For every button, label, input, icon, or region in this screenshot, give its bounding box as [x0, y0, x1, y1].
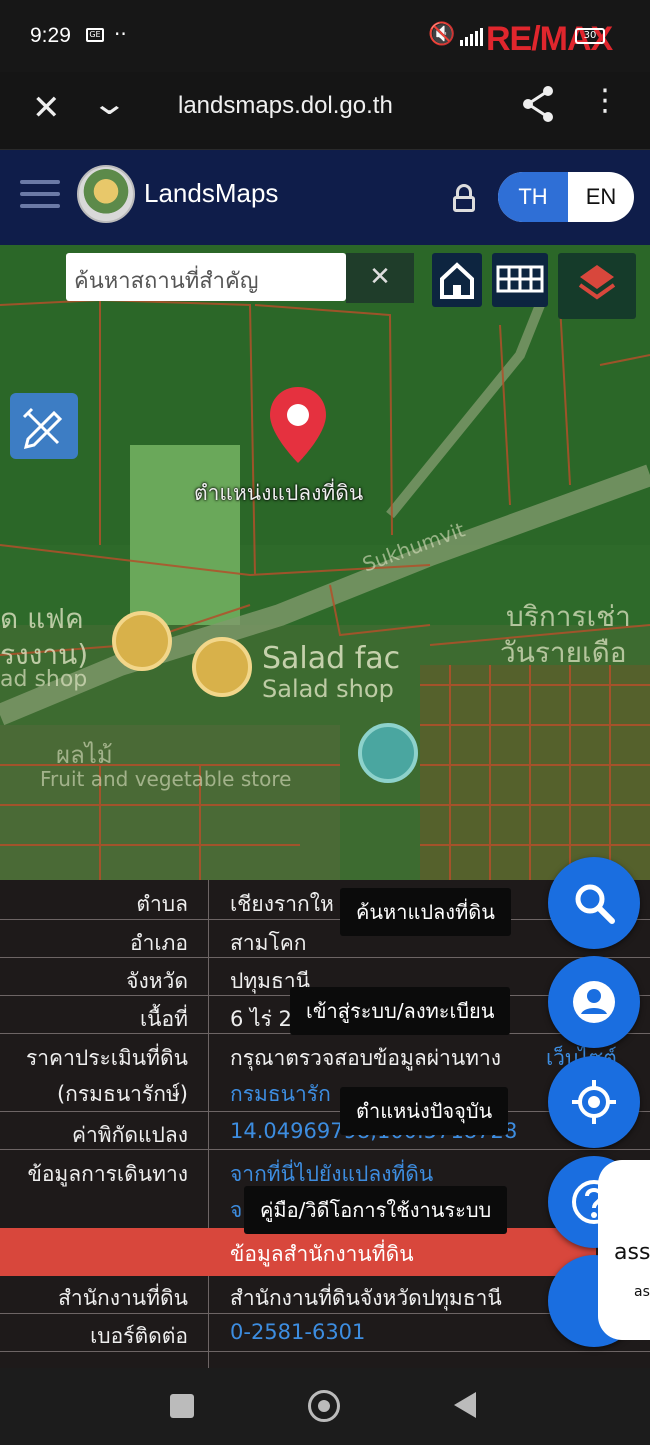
- restaurant-poi-icon[interactable]: [192, 637, 252, 697]
- tooltip-login: เข้าสู่ระบบ/ลงทะเบียน: [290, 987, 511, 1035]
- restaurant-poi-icon[interactable]: [112, 611, 172, 671]
- map-label-service-2: วันรายเดือ: [500, 636, 627, 669]
- grid-button[interactable]: [492, 253, 548, 307]
- recents-icon[interactable]: [170, 1394, 194, 1418]
- app-header: LandsMaps TH EN: [0, 150, 650, 376]
- lang-en-button[interactable]: EN: [568, 172, 634, 222]
- tooltip-search-parcel: ค้นหาแปลงที่ดิน: [340, 888, 511, 936]
- grid-icon: [496, 265, 544, 293]
- map-view[interactable]: ค้นหาสถานที่สำคัญ ✕ ตำแหน่งแปลงที่ดิน ัด…: [0, 245, 650, 885]
- clear-search-button[interactable]: ✕: [346, 253, 414, 303]
- crosshair-icon: [572, 1080, 616, 1124]
- map-label-salad: Salad fac: [262, 641, 401, 676]
- home-icon: [440, 262, 474, 299]
- back-icon[interactable]: [454, 1392, 476, 1418]
- search-icon: [575, 884, 615, 924]
- mute-icon: 🔇: [428, 22, 456, 47]
- land-office-header: ข้อมูลสำนักงานที่ดิน: [0, 1228, 596, 1276]
- phone-link[interactable]: 0-2581-6301: [230, 1320, 365, 1344]
- more-vertical-icon[interactable]: ⋮: [590, 86, 620, 116]
- treasury-link[interactable]: กรมธนารัก: [230, 1078, 331, 1111]
- hamburger-menu-icon[interactable]: [20, 180, 60, 216]
- android-nav-bar: [0, 1368, 650, 1445]
- status-bar: 9:29 GE ·· 🔇 RE/MAX 30: [0, 0, 650, 72]
- sim-icon: GE: [86, 28, 104, 42]
- lock-icon[interactable]: [452, 184, 476, 212]
- layers-icon: [578, 265, 616, 300]
- notification-overflow-icon: ··: [114, 22, 127, 46]
- dol-logo: [77, 165, 135, 223]
- current-location-button[interactable]: [548, 1056, 640, 1148]
- map-label-salad-en: Salad shop: [262, 675, 394, 703]
- close-icon[interactable]: ✕: [32, 88, 61, 128]
- url-bar[interactable]: landsmaps.dol.go.th: [178, 92, 393, 120]
- battery-icon: 30: [575, 28, 605, 44]
- tooltip-manual: คู่มือ/วิดีโอการใช้งานระบบ: [244, 1186, 508, 1234]
- store-poi-icon[interactable]: [358, 723, 418, 783]
- share-icon[interactable]: [520, 84, 556, 124]
- place-search-input[interactable]: ค้นหาสถานที่สำคัญ: [66, 253, 346, 301]
- browser-toolbar: ✕ ⌄ landsmaps.dol.go.th ⋮: [0, 72, 650, 150]
- parcel-label: ตำแหน่งแปลงที่ดิน: [194, 481, 364, 505]
- layers-button[interactable]: [558, 253, 636, 319]
- info-row: อำเภอ สามโคก: [0, 920, 650, 958]
- lang-th-button[interactable]: TH: [498, 172, 568, 222]
- home-nav-icon[interactable]: [308, 1390, 340, 1422]
- draw-tool-button[interactable]: [10, 393, 78, 459]
- status-time: 9:29: [30, 24, 71, 47]
- map-label-fruit-en: Fruit and vegetable store: [40, 767, 292, 791]
- app-brand: LandsMaps: [144, 178, 279, 208]
- location-pin-icon[interactable]: [268, 385, 328, 465]
- language-toggle[interactable]: TH EN: [498, 172, 634, 222]
- user-icon: [573, 981, 615, 1023]
- tooltip-current-location: ตำแหน่งปัจจุบัน: [340, 1087, 509, 1135]
- login-button[interactable]: [548, 956, 640, 1048]
- directions-link-2[interactable]: จ: [230, 1194, 242, 1227]
- search-parcel-button[interactable]: [548, 857, 640, 949]
- signal-icon: [460, 28, 483, 46]
- map-label-salad-left-en: ad shop: [0, 667, 88, 692]
- chevron-down-icon[interactable]: ⌄: [91, 84, 129, 122]
- side-panel[interactable]: ass as: [598, 1160, 650, 1340]
- home-button[interactable]: [432, 253, 482, 307]
- pencil-ruler-icon: [22, 407, 63, 450]
